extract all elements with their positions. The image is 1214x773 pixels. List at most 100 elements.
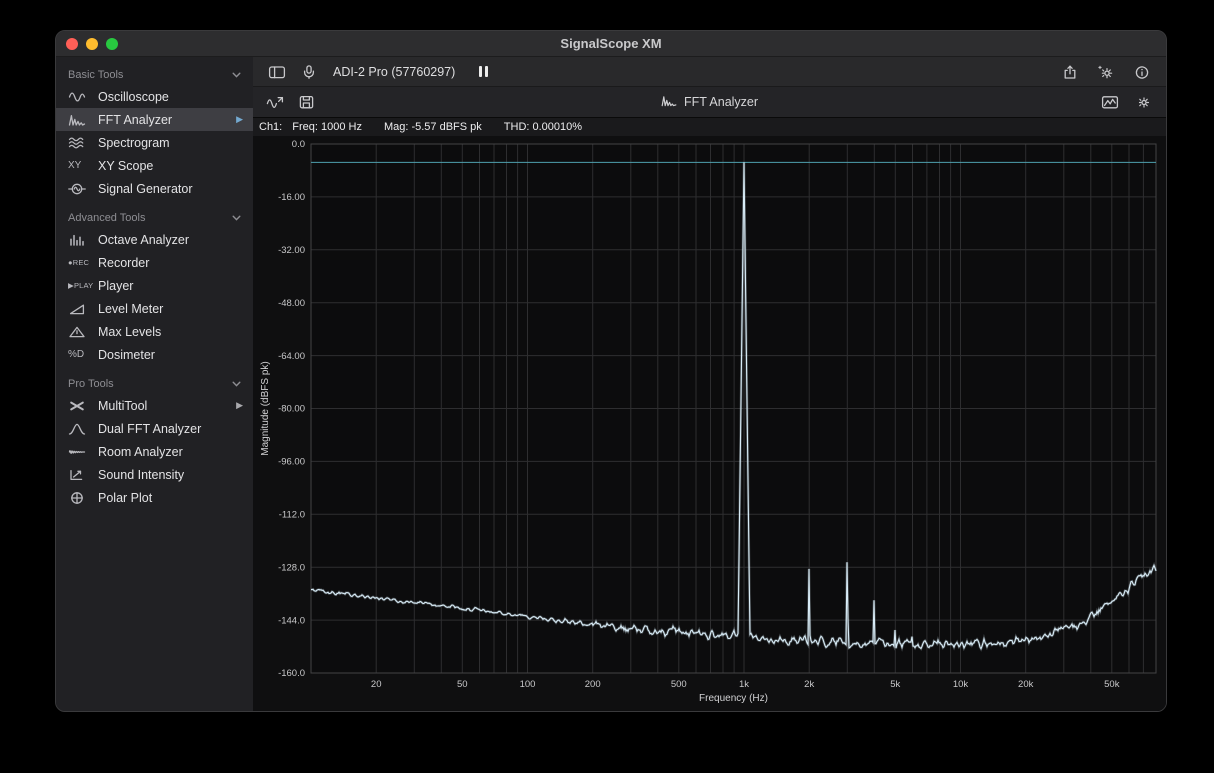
svg-text:-32.00: -32.00 [278, 245, 305, 256]
sidebar-item-dosimeter[interactable]: %DDosimeter [56, 343, 253, 366]
sidebar-section-pro-tools[interactable]: Pro Tools [56, 373, 253, 394]
sidebar-item-fft-analyzer[interactable]: FFT Analyzer ▶ [56, 108, 253, 131]
svg-text:20: 20 [371, 679, 382, 690]
readout-magnitude: Mag: -5.57 dBFS pk [384, 121, 482, 133]
input-device-icon[interactable] [299, 62, 319, 82]
level-meter-icon [68, 302, 98, 316]
room-analyzer-icon [68, 445, 98, 459]
sidebar-section-advanced-tools[interactable]: Advanced Tools [56, 207, 253, 228]
sidebar-item-label: Room Analyzer [98, 445, 183, 459]
sound-intensity-icon [68, 468, 98, 482]
tool-settings-button[interactable] [1134, 92, 1154, 112]
sidebar-item-spectrogram[interactable]: Spectrogram [56, 131, 253, 154]
svg-text:5k: 5k [890, 679, 900, 690]
section-title: Pro Tools [68, 378, 114, 390]
sidebar-item-player[interactable]: ▶PLAYPlayer [56, 274, 253, 297]
sidebar-item-label: Spectrogram [98, 136, 170, 150]
sidebar-item-recorder[interactable]: ●RECRecorder [56, 251, 253, 274]
svg-text:-112.0: -112.0 [279, 510, 305, 521]
tools-sidebar: Basic Tools Oscilloscope FFT Analyzer ▶ Spec… [56, 57, 253, 711]
record-icon: ●REC [68, 258, 98, 267]
polar-plot-icon [68, 491, 98, 505]
fft-plot[interactable]: 0.0-16.00-32.00-48.00-64.00-80.00-96.00-… [253, 136, 1166, 711]
svg-text:-96.00: -96.00 [278, 457, 305, 468]
sidebar-item-multitool[interactable]: MultiTool ▶ [56, 394, 253, 417]
sidebar-item-label: MultiTool [98, 399, 147, 413]
app-window: SignalScope XM Basic Tools Oscilloscope FF… [55, 30, 1167, 712]
readout-frequency: Freq: 1000 Hz [292, 121, 362, 133]
zoom-button[interactable] [106, 38, 118, 50]
desktop: SignalScope XM Basic Tools Oscilloscope FF… [0, 0, 1214, 773]
sidebar-item-label: Signal Generator [98, 182, 193, 196]
detach-window-arrow-icon[interactable]: ▶ [236, 115, 243, 124]
section-title: Basic Tools [68, 69, 123, 81]
sidebar-item-label: Oscilloscope [98, 90, 169, 104]
fft-analyzer-icon [661, 95, 677, 110]
signal-generator-icon [68, 182, 98, 196]
sidebar-item-signal-generator[interactable]: Signal Generator [56, 177, 253, 200]
svg-text:-128.0: -128.0 [278, 562, 305, 573]
svg-text:-160.0: -160.0 [278, 668, 305, 679]
svg-text:20k: 20k [1018, 679, 1034, 690]
sidebar-item-label: Level Meter [98, 302, 163, 316]
svg-text:-16.00: -16.00 [278, 192, 305, 203]
sidebar-item-sound-intensity[interactable]: Sound Intensity [56, 463, 253, 486]
svg-text:50k: 50k [1104, 679, 1120, 690]
sidebar-item-xy-scope[interactable]: XYXY Scope [56, 154, 253, 177]
fft-plot-svg: 0.0-16.00-32.00-48.00-64.00-80.00-96.00-… [253, 136, 1166, 711]
svg-text:Magnitude (dBFS pk): Magnitude (dBFS pk) [260, 361, 271, 456]
info-button[interactable] [1132, 62, 1152, 82]
readout-channel: Ch1: [259, 121, 282, 133]
sidebar-item-level-meter[interactable]: Level Meter [56, 297, 253, 320]
sidebar-item-max-levels[interactable]: Max Levels [56, 320, 253, 343]
minimize-button[interactable] [86, 38, 98, 50]
sidebar-item-room-analyzer[interactable]: Room Analyzer [56, 440, 253, 463]
sidebar-section-basic-tools[interactable]: Basic Tools [56, 64, 253, 85]
spectrogram-icon [68, 136, 98, 150]
sidebar-item-label: XY Scope [98, 159, 153, 173]
titlebar[interactable]: SignalScope XM [56, 31, 1166, 57]
svg-text:Frequency (Hz): Frequency (Hz) [699, 693, 768, 704]
pause-button[interactable] [479, 66, 488, 77]
plot-view-button[interactable] [1100, 92, 1120, 112]
tool-title: FFT Analyzer [684, 95, 758, 109]
sidebar-item-label: Dual FFT Analyzer [98, 422, 201, 436]
sidebar-item-label: Player [98, 279, 133, 293]
sidebar-item-label: Recorder [98, 256, 149, 270]
chevron-down-icon [232, 381, 241, 387]
sidebar-item-oscilloscope[interactable]: Oscilloscope [56, 85, 253, 108]
traffic-lights [56, 38, 118, 50]
max-levels-icon [68, 325, 98, 339]
share-button[interactable] [1060, 62, 1080, 82]
svg-text:1k: 1k [739, 679, 749, 690]
svg-text:-48.00: -48.00 [278, 298, 305, 309]
window-title: SignalScope XM [56, 36, 1166, 51]
svg-text:500: 500 [671, 679, 687, 690]
sidebar-item-label: Sound Intensity [98, 468, 184, 482]
sidebar-item-label: Max Levels [98, 325, 161, 339]
dual-fft-icon [68, 422, 98, 436]
toggle-sidebar-button[interactable] [267, 62, 287, 82]
settings-gear-button[interactable] [1096, 62, 1116, 82]
xy-icon: XY [68, 160, 98, 171]
sidebar-item-label: Polar Plot [98, 491, 152, 505]
svg-text:2k: 2k [804, 679, 814, 690]
tool-header-bar: FFT Analyzer [253, 87, 1166, 118]
sidebar-item-label: FFT Analyzer [98, 113, 172, 127]
detach-window-arrow-icon[interactable]: ▶ [236, 401, 243, 410]
close-button[interactable] [66, 38, 78, 50]
device-name[interactable]: ADI-2 Pro (57760297) [333, 65, 455, 79]
svg-text:-80.00: -80.00 [278, 404, 305, 415]
chevron-down-icon [232, 215, 241, 221]
tool-title-group: FFT Analyzer [253, 95, 1166, 110]
sidebar-item-dual-fft-analyzer[interactable]: Dual FFT Analyzer [56, 417, 253, 440]
main-panel: ADI-2 Pro (57760297) [253, 57, 1166, 711]
svg-text:-144.0: -144.0 [278, 615, 305, 626]
svg-text:0.0: 0.0 [292, 139, 305, 150]
sidebar-item-octave-analyzer[interactable]: Octave Analyzer [56, 228, 253, 251]
dosimeter-icon: %D [68, 349, 98, 360]
svg-text:10k: 10k [953, 679, 969, 690]
sidebar-item-label: Dosimeter [98, 348, 155, 362]
sidebar-item-polar-plot[interactable]: Polar Plot [56, 486, 253, 509]
chevron-down-icon [232, 72, 241, 78]
